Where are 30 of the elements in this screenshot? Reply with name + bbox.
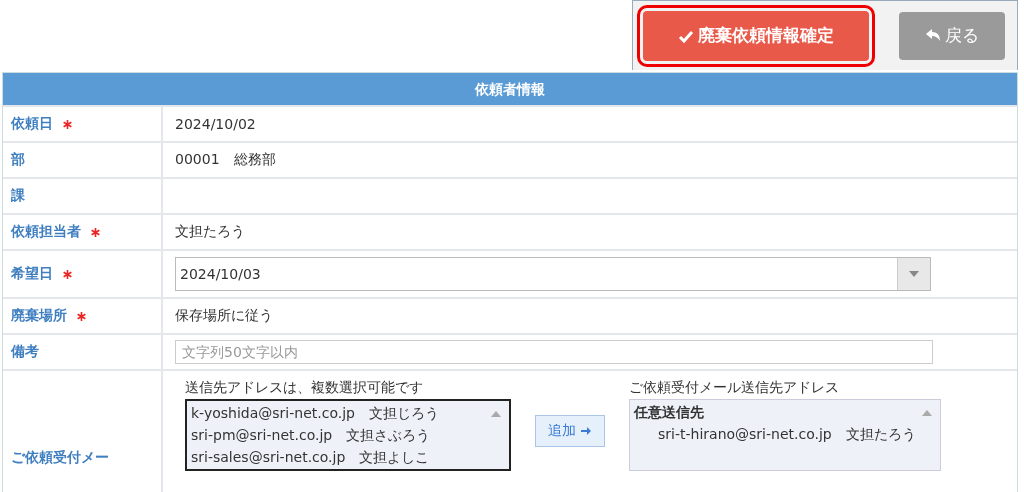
address-option[interactable]: sri-pm@sri-net.co.jp 文担さぶろう	[191, 424, 485, 446]
scroll-up-icon	[922, 410, 932, 416]
group-heading: 任意送信先	[634, 403, 705, 422]
field-label: 依頼日	[11, 115, 53, 133]
date-select[interactable]: 2024/10/03	[175, 257, 931, 291]
field-label: 廃棄場所	[11, 307, 67, 325]
address-option[interactable]: k-yoshida@sri-net.co.jp 文担じろう	[191, 402, 485, 424]
field-value: 保存場所に従う	[175, 307, 273, 325]
right-arrow-icon	[580, 425, 592, 437]
field-value: 2024/10/02	[175, 116, 256, 132]
confirm-button[interactable]: 廃棄依頼情報確定	[643, 10, 869, 61]
section-header: 依頼者情報	[3, 73, 1017, 105]
field-label: 依頼担当者	[11, 223, 81, 241]
caret-icon	[909, 271, 919, 277]
field-label: 課	[11, 187, 25, 205]
field-value: 文担たろう	[175, 223, 245, 241]
list-caption: 送信先アドレスは、複数選択可能です	[185, 379, 424, 397]
add-button[interactable]: 追加	[535, 415, 605, 447]
list-caption: ご依頼受付メール送信先アドレス	[629, 379, 840, 397]
field-label: 備考	[11, 343, 39, 361]
remarks-field[interactable]: 文字列50文字以内	[175, 340, 933, 364]
field-label: ご依頼受付メー	[11, 449, 109, 467]
scroll-up-icon	[491, 411, 501, 417]
field-value: 00001 総務部	[175, 151, 276, 169]
recipient-listbox[interactable]: 任意送信先 sri-t-hirano@sri-net.co.jp 文担たろう	[629, 399, 941, 471]
field-label: 部	[11, 151, 25, 169]
field-label: 希望日	[11, 265, 53, 283]
address-listbox[interactable]: k-yoshida@sri-net.co.jp 文担じろう sri-pm@sri-net.co.jp 文担さぶろう sri-sales@sri-net.co.jp 文担よしこ	[185, 399, 511, 471]
recipient-option[interactable]: sri-t-hirano@sri-net.co.jp 文担たろう	[634, 423, 916, 445]
address-option[interactable]: sri-sales@sri-net.co.jp 文担よしこ	[191, 446, 485, 468]
